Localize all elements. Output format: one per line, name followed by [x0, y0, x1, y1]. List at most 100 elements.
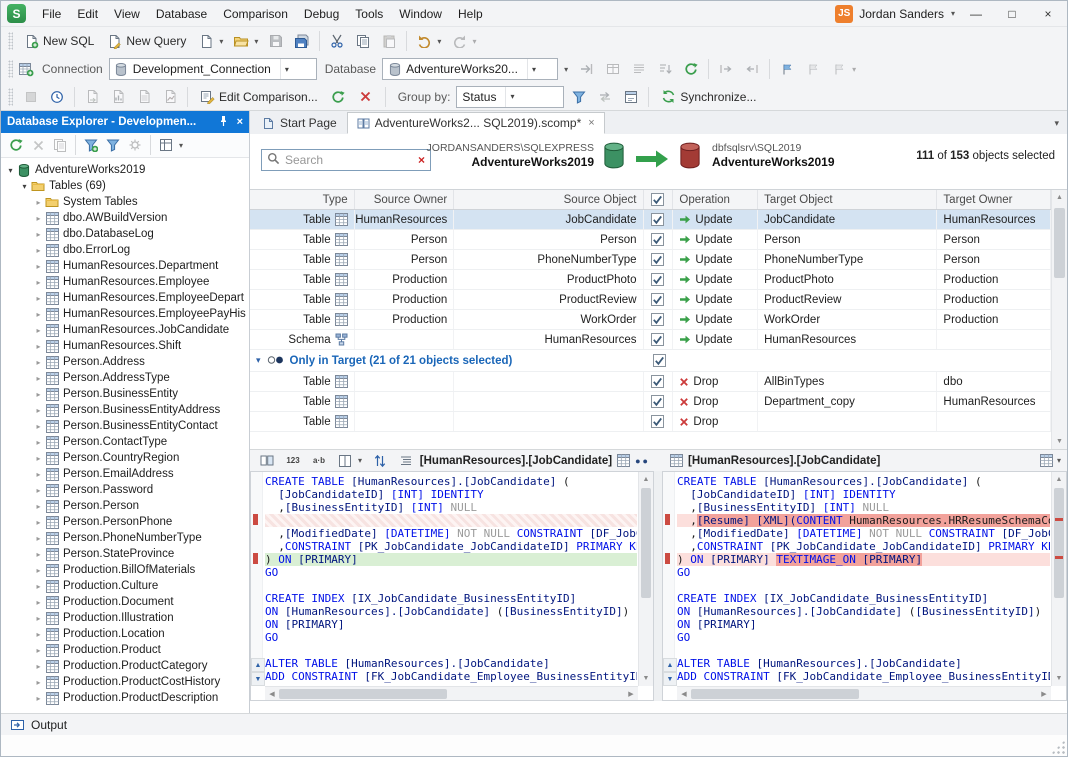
tree-item[interactable]: ▸Production.Illustration	[1, 610, 249, 626]
tree-item[interactable]: ▸dbo.ErrorLog	[1, 242, 249, 258]
tree-item[interactable]: ▸HumanResources.JobCandidate	[1, 322, 249, 338]
menu-file[interactable]: File	[34, 1, 69, 27]
tree-item[interactable]: ▸Production.Product	[1, 642, 249, 658]
user-avatar[interactable]: JS	[835, 5, 853, 23]
collapsed-arrow-icon[interactable]: ▸	[33, 486, 44, 495]
tree-item[interactable]: ▸Person.BusinessEntityAddress	[1, 402, 249, 418]
collapsed-arrow-icon[interactable]: ▸	[33, 550, 44, 559]
synchronize-button[interactable]: Synchronize...	[655, 86, 761, 108]
collapsed-arrow-icon[interactable]: ▸	[33, 198, 44, 207]
grid-row[interactable]: TableProductionWorkOrderUpdateWorkOrderP…	[250, 310, 1051, 330]
collapsed-arrow-icon[interactable]: ▸	[33, 310, 44, 319]
scrollbar-thumb[interactable]	[1054, 208, 1065, 278]
grid-row[interactable]: TablePersonPersonUpdatePersonPerson	[250, 230, 1051, 250]
right-vertical-scrollbar[interactable]: ▲ ▼	[1051, 472, 1066, 686]
table-add-icon[interactable]	[18, 61, 34, 77]
view-options-icon[interactable]	[1040, 454, 1053, 467]
layout-button[interactable]: ▾	[332, 450, 367, 472]
menu-window[interactable]: Window	[391, 1, 450, 27]
grid-row[interactable]: TableDrop	[250, 412, 1051, 432]
collapsed-arrow-icon[interactable]: ▸	[33, 278, 44, 287]
sync-scroll-button[interactable]	[367, 450, 393, 472]
auto-hide-pin-icon[interactable]	[218, 115, 229, 130]
search-input[interactable]: Search ×	[261, 149, 431, 171]
tree-item[interactable]: ▸HumanResources.EmployeeDepart	[1, 290, 249, 306]
grid-row[interactable]: TableProductionProductReviewUpdateProduc…	[250, 290, 1051, 310]
tab-schema-comparison[interactable]: AdventureWorks2... SQL2019).scomp* ×	[347, 112, 605, 134]
scroll-left-icon[interactable]: ◀	[265, 690, 279, 698]
clear-search-icon[interactable]: ×	[418, 153, 425, 167]
grid-vertical-scrollbar[interactable]: ▲ ▼	[1051, 190, 1067, 449]
collapsed-arrow-icon[interactable]: ▸	[33, 246, 44, 255]
row-checkbox[interactable]	[644, 372, 674, 391]
tab-list-dropdown-icon[interactable]: ▾	[1046, 112, 1067, 134]
new-sql-button[interactable]: New SQL	[18, 30, 99, 52]
num123-button[interactable]: 123	[280, 450, 306, 472]
outline-button[interactable]	[393, 450, 419, 472]
both-panes-toggle-icon[interactable]: ●●	[635, 456, 650, 466]
tree-item[interactable]: ▸Person.Person	[1, 498, 249, 514]
close-tab-icon[interactable]: ×	[588, 117, 594, 129]
collapsed-arrow-icon[interactable]: ▸	[33, 342, 44, 351]
tree-item[interactable]: ▸Person.CountryRegion	[1, 450, 249, 466]
grid-header-target-object[interactable]: Target Object	[758, 190, 937, 209]
tree-item[interactable]: ▸Person.ContactType	[1, 434, 249, 450]
scrollbar-thumb[interactable]	[691, 689, 859, 699]
grid-group-row[interactable]: ▾Only in Target (21 of 21 objects select…	[250, 350, 1051, 372]
tree-item[interactable]: ▸System Tables	[1, 194, 249, 210]
new-document-button[interactable]: ▾	[193, 30, 228, 52]
menu-edit[interactable]: Edit	[69, 1, 106, 27]
row-checkbox[interactable]	[644, 330, 674, 349]
grid-header-source-owner[interactable]: Source Owner	[355, 190, 455, 209]
collapsed-arrow-icon[interactable]: ▸	[33, 502, 44, 511]
funnel-button[interactable]	[102, 134, 124, 156]
grid-header-source-object[interactable]: Source Object	[454, 190, 643, 209]
row-checkbox[interactable]	[653, 354, 666, 370]
left-vertical-scrollbar[interactable]: ▲ ▼	[638, 472, 653, 686]
grid-row[interactable]: TableProductionProductPhotoUpdateProduct…	[250, 270, 1051, 290]
tree-item[interactable]: ▸HumanResources.Employee	[1, 274, 249, 290]
database-extra-dropdown-icon[interactable]: ▾	[564, 65, 568, 74]
collapsed-arrow-icon[interactable]: ▸	[33, 214, 44, 223]
refresh-button[interactable]	[5, 134, 27, 156]
tab-start-page[interactable]: Start Page	[252, 112, 347, 134]
menu-tools[interactable]: Tools	[347, 1, 391, 27]
collapsed-arrow-icon[interactable]: ▸	[33, 582, 44, 591]
collapsed-arrow-icon[interactable]: ▸	[33, 230, 44, 239]
collapsed-arrow-icon[interactable]: ▸	[33, 614, 44, 623]
database-combobox[interactable]: AdventureWorks20... ▾	[382, 58, 558, 80]
resize-grip[interactable]	[1051, 740, 1065, 754]
scrollbar-thumb[interactable]	[641, 488, 651, 598]
scroll-down-icon[interactable]: ▼	[1052, 671, 1066, 686]
tree-item[interactable]: ▸Person.PersonPhone	[1, 514, 249, 530]
bookmark-button[interactable]	[774, 58, 800, 80]
row-checkbox[interactable]	[644, 392, 674, 411]
combo-dropdown-icon[interactable]: ▾	[527, 59, 540, 79]
collapsed-arrow-icon[interactable]: ▸	[33, 294, 44, 303]
collapsed-arrow-icon[interactable]: ▸	[33, 358, 44, 367]
connection-combobox[interactable]: Development_Connection ▾	[109, 58, 317, 80]
collapsed-arrow-icon[interactable]: ▸	[33, 662, 44, 671]
scroll-right-icon[interactable]: ▶	[1037, 690, 1051, 698]
open-file-button[interactable]: ▾	[228, 30, 263, 52]
grid-row[interactable]: SchemaHumanResourcesUpdateHumanResources	[250, 330, 1051, 350]
output-panel-bar[interactable]: Output	[1, 713, 1067, 735]
funnel-plus-button[interactable]	[80, 134, 102, 156]
tree-item[interactable]: ▸HumanResources.Department	[1, 258, 249, 274]
tree-item[interactable]: ▸dbo.AWBuildVersion	[1, 210, 249, 226]
tree-item[interactable]: ▾Tables (69)	[1, 178, 249, 194]
menu-view[interactable]: View	[106, 1, 148, 27]
compare-settings-button[interactable]	[254, 450, 280, 472]
collapsed-arrow-icon[interactable]: ▸	[33, 470, 44, 479]
tree-item[interactable]: ▸Person.Address	[1, 354, 249, 370]
combo-dropdown-icon[interactable]: ▾	[505, 87, 518, 107]
tree-item[interactable]: ▸Production.Document	[1, 594, 249, 610]
toolbar-drag-handle[interactable]	[8, 88, 13, 106]
collapsed-arrow-icon[interactable]: ▸	[33, 422, 44, 431]
scrollbar-thumb[interactable]	[279, 689, 447, 699]
user-name[interactable]: Jordan Sanders	[859, 7, 944, 21]
scroll-down-icon[interactable]: ▼	[1052, 434, 1067, 449]
cut-button[interactable]	[324, 30, 350, 52]
scroll-up-icon[interactable]: ▲	[1052, 190, 1067, 205]
refresh-button[interactable]	[678, 58, 704, 80]
